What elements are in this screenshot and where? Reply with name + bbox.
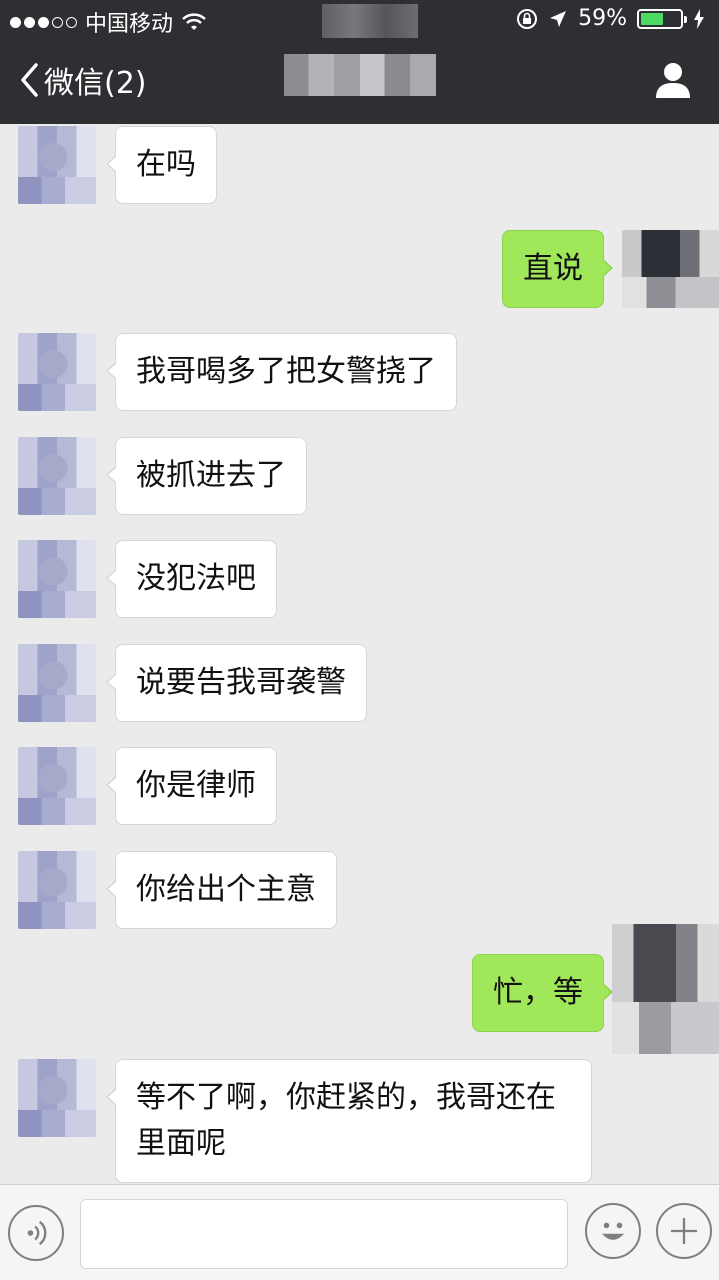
message-bubble-received[interactable]: 你给出个主意 bbox=[106, 851, 337, 929]
message-input[interactable] bbox=[80, 1199, 568, 1269]
status-left: 中国移动 bbox=[10, 6, 207, 38]
message-bubble-sent[interactable]: 直说 bbox=[502, 230, 613, 308]
rotation-lock-icon bbox=[517, 8, 538, 29]
avatar[interactable] bbox=[622, 230, 719, 308]
navigation-bar: 微信(2) bbox=[0, 40, 719, 124]
avatar[interactable] bbox=[18, 1059, 96, 1137]
voice-icon bbox=[27, 1220, 47, 1246]
message-bubble-received[interactable]: 你是律师 bbox=[106, 747, 277, 825]
back-button[interactable]: 微信(2) bbox=[18, 58, 147, 102]
avatar[interactable] bbox=[18, 126, 96, 204]
message-bubble-received[interactable]: 在吗 bbox=[106, 126, 217, 204]
more-button[interactable] bbox=[656, 1203, 712, 1259]
chat-title-blur bbox=[284, 54, 436, 96]
chat-area[interactable]: 在吗 直说 我哥喝多了把女警挠了 被抓进去了 没犯法吧 说要告我哥袭警 你是律师… bbox=[0, 124, 719, 1184]
battery-fill bbox=[641, 12, 664, 25]
carrier-label: 中国移动 bbox=[85, 12, 174, 37]
header: 中国移动 59% 微信(2) bbox=[0, 0, 719, 124]
wifi-icon bbox=[182, 13, 206, 30]
user-icon[interactable] bbox=[653, 60, 693, 100]
message-bubble-received[interactable]: 没犯法吧 bbox=[106, 540, 277, 618]
location-arrow-icon bbox=[550, 10, 567, 27]
status-right: 59% bbox=[516, 6, 705, 31]
chevron-left-icon bbox=[21, 63, 38, 97]
message-bubble-received[interactable]: 我哥喝多了把女警挠了 bbox=[106, 333, 457, 411]
avatar[interactable] bbox=[612, 924, 719, 1054]
charging-bolt-icon bbox=[694, 8, 704, 29]
avatar[interactable] bbox=[18, 540, 96, 618]
avatar[interactable] bbox=[18, 851, 96, 929]
avatar[interactable] bbox=[18, 747, 96, 825]
input-bar bbox=[0, 1184, 719, 1280]
battery-percent: 59% bbox=[578, 6, 627, 31]
avatar[interactable] bbox=[18, 644, 96, 722]
avatar[interactable] bbox=[18, 437, 96, 515]
message-bubble-received[interactable]: 等不了啊，你赶紧的，我哥还在里面呢 bbox=[106, 1059, 592, 1183]
message-bubble-received[interactable]: 被抓进去了 bbox=[106, 437, 307, 515]
battery-icon bbox=[637, 8, 687, 29]
message-bubble-sent[interactable]: 忙，等 bbox=[472, 954, 613, 1032]
emoji-icon bbox=[601, 1222, 625, 1240]
time-blur bbox=[322, 4, 418, 38]
signal-dots-icon bbox=[10, 16, 77, 28]
voice-button[interactable] bbox=[8, 1205, 64, 1261]
plus-icon bbox=[671, 1218, 697, 1244]
status-bar: 中国移动 59% bbox=[0, 0, 719, 40]
back-label: 微信(2) bbox=[44, 66, 147, 101]
avatar[interactable] bbox=[18, 333, 96, 411]
message-bubble-received[interactable]: 说要告我哥袭警 bbox=[106, 644, 367, 722]
emoji-button[interactable] bbox=[585, 1203, 641, 1259]
